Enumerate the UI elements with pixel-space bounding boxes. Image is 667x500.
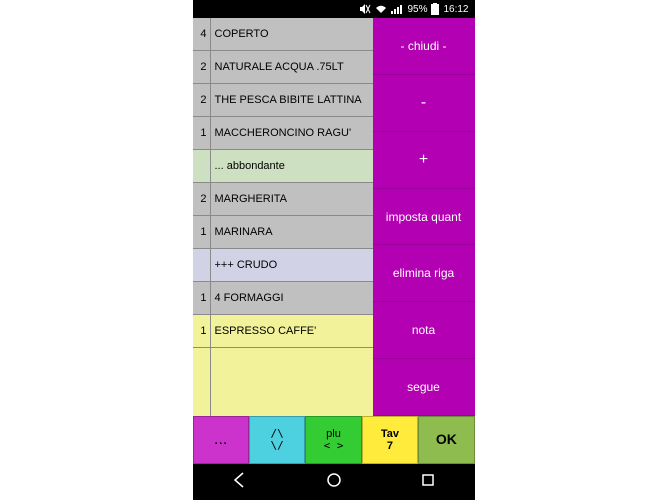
qty-cell <box>193 249 211 281</box>
ok-label: OK <box>436 432 457 447</box>
order-row[interactable]: 1 4 FORMAGGI <box>193 282 373 315</box>
item-name: NATURALE ACQUA .75LT <box>211 57 373 78</box>
increment-button[interactable]: + <box>373 132 475 189</box>
note-button[interactable]: nota <box>373 302 475 359</box>
qty-cell: 1 <box>193 282 211 314</box>
side-actions: - chiudi - - + imposta quant elimina rig… <box>373 18 475 416</box>
qty-cell: 1 <box>193 117 211 149</box>
scroll-updown-button[interactable]: /\ \/ <box>249 416 305 464</box>
item-name: COPERTO <box>211 24 373 45</box>
order-row[interactable]: 2 NATURALE ACQUA .75LT <box>193 51 373 84</box>
follows-button[interactable]: segue <box>373 359 475 416</box>
decrement-button[interactable]: - <box>373 75 475 132</box>
item-name: MARGHERITA <box>211 189 373 210</box>
order-row-selected[interactable]: 1 ESPRESSO CAFFE' <box>193 315 373 348</box>
more-button[interactable]: ... <box>193 416 249 464</box>
qty-cell: 2 <box>193 84 211 116</box>
order-row[interactable]: 1 MARINARA <box>193 216 373 249</box>
order-row-addon[interactable]: +++ CRUDO <box>193 249 373 282</box>
order-row[interactable]: 1 MACCHERONCINO RAGU' <box>193 117 373 150</box>
status-bar: 95% 16:12 <box>193 0 475 18</box>
addon-text: +++ CRUDO <box>211 255 373 276</box>
more-label: ... <box>214 431 227 449</box>
qty-cell: 4 <box>193 18 211 50</box>
bottom-bar: ... /\ \/ plu < > Tav 7 OK <box>193 416 475 464</box>
order-list[interactable]: 4 COPERTO 2 NATURALE ACQUA .75LT 2 THE P… <box>193 18 373 416</box>
plu-nav-button[interactable]: plu < > <box>305 416 361 464</box>
order-row[interactable]: 2 MARGHERITA <box>193 183 373 216</box>
recent-icon[interactable] <box>420 472 436 493</box>
table-label: Tav <box>381 428 399 440</box>
order-row-note[interactable]: ... abbondante <box>193 150 373 183</box>
down-arrow-icon: \/ <box>270 440 283 452</box>
mute-icon <box>359 4 371 14</box>
set-quantity-button[interactable]: imposta quant <box>373 189 475 246</box>
battery-icon <box>431 3 439 15</box>
qty-cell: 1 <box>193 315 211 347</box>
qty-cell: 2 <box>193 51 211 83</box>
item-name: MACCHERONCINO RAGU' <box>211 123 373 144</box>
clock: 16:12 <box>443 4 468 15</box>
item-name: 4 FORMAGGI <box>211 288 373 309</box>
back-icon[interactable] <box>231 471 249 494</box>
signal-icon <box>391 4 403 14</box>
item-name: ESPRESSO CAFFE' <box>211 321 373 342</box>
item-name: MARINARA <box>211 222 373 243</box>
order-row[interactable]: 4 COPERTO <box>193 18 373 51</box>
battery-percent: 95% <box>407 4 427 15</box>
item-name: THE PESCA BIBITE LATTINA <box>211 90 373 111</box>
close-button[interactable]: - chiudi - <box>373 18 475 75</box>
android-navbar <box>193 464 475 500</box>
qty-cell: 1 <box>193 216 211 248</box>
wifi-icon <box>375 4 387 14</box>
table-button[interactable]: Tav 7 <box>362 416 418 464</box>
delete-row-button[interactable]: elimina riga <box>373 245 475 302</box>
qty-cell <box>193 150 211 182</box>
qty-cell <box>193 348 211 416</box>
phone-frame: 95% 16:12 4 COPERTO 2 NATURALE ACQUA .75… <box>193 0 475 500</box>
list-filler <box>193 348 373 416</box>
qty-cell: 2 <box>193 183 211 215</box>
order-row[interactable]: 2 THE PESCA BIBITE LATTINA <box>193 84 373 117</box>
main-area: 4 COPERTO 2 NATURALE ACQUA .75LT 2 THE P… <box>193 18 475 416</box>
ok-button[interactable]: OK <box>418 416 474 464</box>
nav-arrows-icon: < > <box>324 440 344 452</box>
app-screen: 4 COPERTO 2 NATURALE ACQUA .75LT 2 THE P… <box>193 18 475 464</box>
table-number: 7 <box>387 440 393 452</box>
note-text: ... abbondante <box>211 156 373 177</box>
home-icon[interactable] <box>326 472 342 493</box>
